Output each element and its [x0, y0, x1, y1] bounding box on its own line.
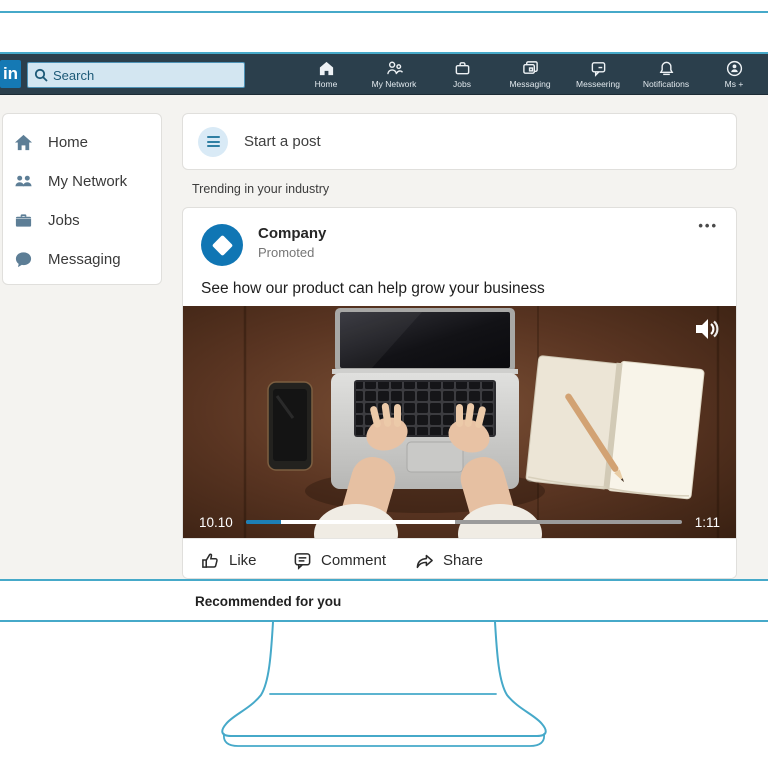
monitor-top-bezel-line	[0, 11, 768, 13]
search-icon	[34, 68, 48, 82]
nav-item-my-network[interactable]: My Network	[368, 54, 420, 95]
nav-item-jobs[interactable]: Jobs	[436, 54, 488, 95]
sidebar-item-messaging[interactable]: Messaging	[3, 240, 161, 279]
messaging-icon	[522, 60, 539, 77]
video-thumbnail	[182, 306, 737, 538]
monitor-screen-bottom-line	[0, 579, 768, 581]
video-current-time: 10.10	[199, 515, 233, 530]
monitor-stand	[0, 622, 768, 768]
share-icon	[415, 551, 434, 570]
search-box[interactable]	[27, 62, 245, 88]
video-controls: 10.10 1:11	[182, 512, 737, 532]
home-icon	[14, 133, 33, 152]
top-navbar: in Home My Network J	[0, 54, 768, 95]
composer-menu-icon	[198, 127, 228, 157]
video-progress-bar[interactable]	[246, 520, 682, 524]
like-icon	[201, 551, 220, 570]
nav-item-home[interactable]: Home	[300, 54, 352, 95]
left-sidebar: Home My Network Jobs Messaging	[2, 113, 162, 285]
search-input[interactable]	[53, 68, 238, 83]
progress-buffered	[281, 520, 455, 524]
comment-icon	[293, 551, 312, 570]
volume-icon[interactable]	[695, 318, 719, 340]
video-player[interactable]: 10.10 1:11	[182, 306, 737, 538]
messeering-icon	[590, 60, 607, 77]
sidebar-item-jobs[interactable]: Jobs	[3, 201, 161, 240]
nav-item-messaging[interactable]: Messaging	[504, 54, 556, 95]
home-icon	[318, 60, 335, 77]
feed-column: Start a post Trending in your industry C…	[182, 95, 737, 579]
me-icon	[726, 60, 743, 77]
notebook-graphic	[526, 352, 705, 499]
promoted-label: Promoted	[258, 245, 314, 260]
sidebar-item-my-network[interactable]: My Network	[3, 162, 161, 201]
jobs-icon	[454, 60, 471, 77]
progress-played	[246, 520, 281, 524]
video-duration: 1:11	[695, 515, 720, 530]
my-network-icon	[14, 172, 33, 191]
nav-item-messeering[interactable]: Messeering	[572, 54, 624, 95]
jobs-icon	[14, 211, 33, 230]
navbar-items: Home My Network Jobs Messaging	[300, 54, 760, 95]
page-content: Home My Network Jobs Messaging	[0, 95, 768, 579]
start-post-box[interactable]: Start a post	[182, 113, 737, 170]
recommended-band: Recommended for you	[0, 581, 768, 620]
post-text: See how our product can help grow your b…	[201, 280, 545, 298]
my-network-icon	[386, 60, 403, 77]
like-button[interactable]: Like	[201, 539, 257, 579]
notifications-icon	[658, 60, 675, 77]
messaging-icon	[14, 250, 33, 269]
sponsored-post-card: Company Promoted ••• See how our product…	[182, 207, 737, 579]
sidebar-item-home[interactable]: Home	[3, 123, 161, 162]
comment-button[interactable]: Comment	[293, 539, 386, 579]
overflow-menu-icon[interactable]: •••	[698, 218, 718, 233]
linkedin-logo[interactable]: in	[0, 60, 21, 88]
nav-item-me[interactable]: Ms +	[708, 54, 760, 95]
recommended-label: Recommended for you	[195, 594, 341, 609]
composer-prompt: Start a post	[244, 133, 321, 150]
share-button[interactable]: Share	[415, 539, 483, 579]
company-logo[interactable]	[201, 224, 243, 266]
nav-item-notifications[interactable]: Notifications	[640, 54, 692, 95]
diamond-icon	[211, 234, 232, 255]
post-actions: Like Comment Share	[183, 538, 736, 579]
company-name[interactable]: Company	[258, 225, 326, 242]
monitor-mockup: in Home My Network J	[0, 0, 768, 768]
feed-section-label: Trending in your industry	[192, 182, 329, 196]
